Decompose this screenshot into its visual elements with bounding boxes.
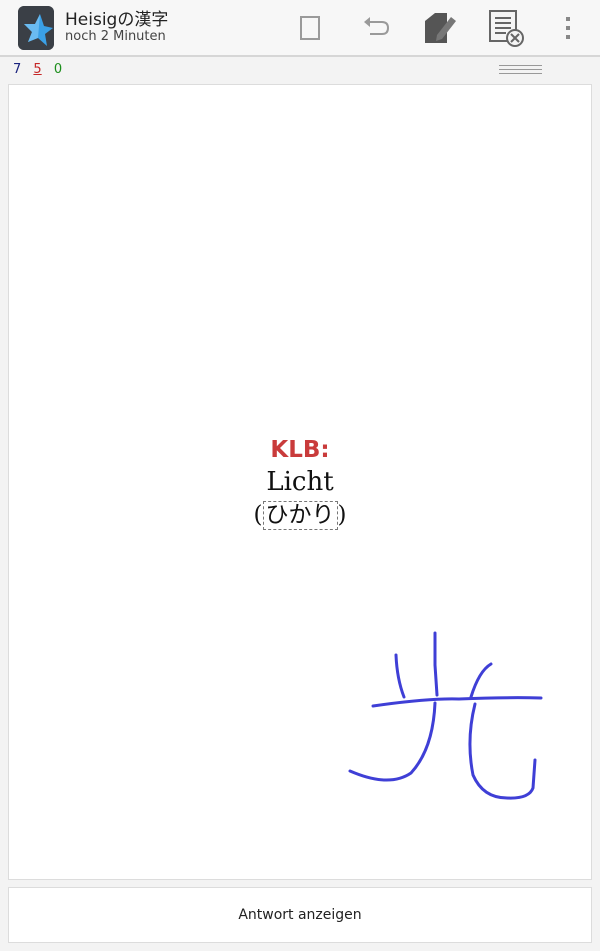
bury-icon[interactable]	[484, 6, 528, 50]
action-bar: Heisigの漢字 noch 2 Minuten	[0, 0, 600, 57]
edit-icon[interactable]	[417, 6, 461, 50]
whiteboard-toggle-handle[interactable]	[499, 65, 542, 74]
time-remaining: noch 2 Minuten	[65, 29, 166, 44]
new-count: 7	[13, 62, 22, 77]
show-answer-button[interactable]: Antwort anzeigen	[8, 887, 592, 943]
anki-star-icon[interactable]	[18, 6, 54, 50]
flashcard[interactable]: KLB: Licht (ひかり)	[8, 84, 592, 880]
review-count: 0	[53, 62, 63, 77]
app-title: Heisigの漢字	[65, 10, 169, 30]
undo-icon[interactable]	[354, 6, 398, 50]
learning-count: 5	[33, 62, 42, 77]
flag-icon[interactable]	[288, 6, 332, 50]
card-counts: 7 5 0	[13, 62, 70, 77]
handwritten-kanji-drawing[interactable]	[9, 85, 593, 881]
overflow-menu-icon[interactable]	[546, 6, 590, 50]
